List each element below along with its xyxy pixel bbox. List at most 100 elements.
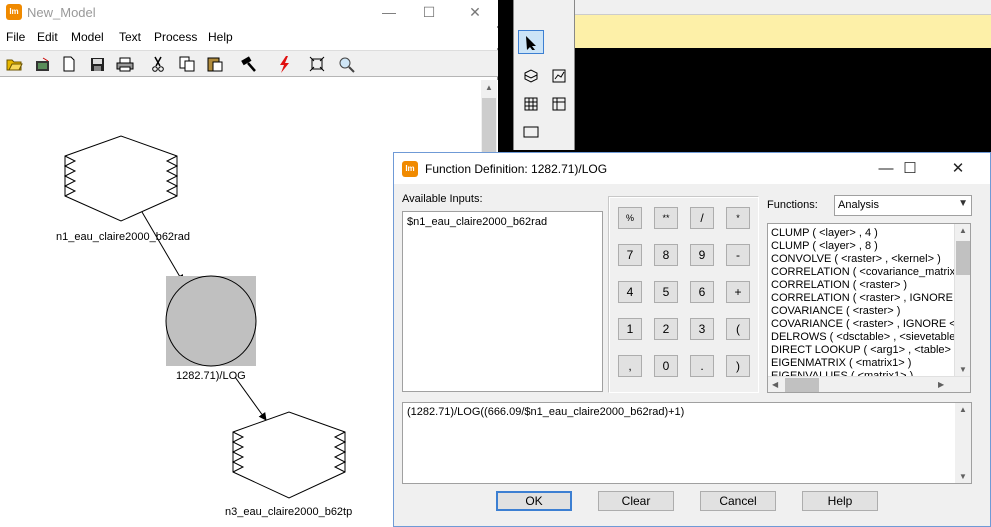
- menu-help[interactable]: Help: [208, 30, 233, 44]
- expression-editor[interactable]: (1282.71)/LOG((666.09/$n1_eau_claire2000…: [402, 402, 972, 484]
- clear-button[interactable]: Clear: [598, 491, 674, 511]
- dialog-titlebar[interactable]: Im Function Definition: 1282.71)/LOG — ☐…: [394, 153, 990, 184]
- available-inputs-list[interactable]: $n1_eau_claire2000_b62rad: [402, 211, 603, 392]
- functions-horizontal-scrollbar[interactable]: ◀ ▶: [768, 376, 970, 392]
- key-percent[interactable]: %: [618, 207, 642, 229]
- functions-category-value: Analysis: [838, 199, 879, 211]
- zoom-icon[interactable]: [335, 54, 357, 74]
- vector-icon[interactable]: [546, 64, 572, 88]
- background-window-bar: [575, 15, 991, 48]
- list-item[interactable]: CLUMP ( <layer> , 4 ): [771, 227, 878, 240]
- key-power[interactable]: **: [654, 207, 678, 229]
- key-plus[interactable]: +: [726, 281, 750, 303]
- key-3[interactable]: 3: [690, 318, 714, 340]
- scroll-up-icon[interactable]: ▲: [959, 226, 967, 235]
- key-7[interactable]: 7: [618, 244, 642, 266]
- select-arrow-icon[interactable]: [518, 30, 544, 54]
- open-folder-icon[interactable]: [3, 54, 25, 74]
- scroll-thumb[interactable]: [956, 241, 970, 275]
- key-2[interactable]: 2: [654, 318, 678, 340]
- scroll-up-icon[interactable]: ▲: [959, 405, 967, 414]
- list-item[interactable]: $n1_eau_claire2000_b62rad: [407, 216, 547, 228]
- key-open-paren[interactable]: (: [726, 318, 750, 340]
- function-node[interactable]: [165, 275, 257, 367]
- model-title: New_Model: [27, 5, 96, 20]
- input-raster-node[interactable]: [63, 135, 179, 222]
- dialog-close-button[interactable]: ✕: [935, 155, 981, 183]
- hammer-icon[interactable]: [238, 54, 260, 74]
- calculator-keypad: % ** / * 7 8 9 - 4 5 6 + 1 2 3 ( , 0 . ): [608, 196, 759, 393]
- key-comma[interactable]: ,: [618, 355, 642, 377]
- expression-vertical-scrollbar[interactable]: ▲ ▼: [955, 403, 971, 483]
- scroll-down-icon[interactable]: ▼: [959, 472, 967, 481]
- function-definition-dialog: Im Function Definition: 1282.71)/LOG — ☐…: [393, 152, 991, 527]
- key-1[interactable]: 1: [618, 318, 642, 340]
- key-decimal[interactable]: .: [690, 355, 714, 377]
- key-close-paren[interactable]: ): [726, 355, 750, 377]
- scroll-thumb[interactable]: [785, 378, 819, 392]
- key-minus[interactable]: -: [726, 244, 750, 266]
- maximize-button[interactable]: ☐: [406, 0, 452, 26]
- matrix-icon[interactable]: [518, 92, 544, 116]
- function-label: 1282.71)/LOG: [176, 370, 246, 382]
- list-item[interactable]: CORRELATION ( <covariance_matrix>: [771, 266, 962, 279]
- scroll-right-icon[interactable]: ▶: [938, 380, 944, 389]
- list-item[interactable]: COVARIANCE ( <raster> ): [771, 305, 900, 318]
- toolbar: [0, 50, 498, 77]
- list-item[interactable]: DELROWS ( <dsctable> , <sievetable>: [771, 331, 962, 344]
- fit-icon[interactable]: [306, 54, 328, 74]
- key-6[interactable]: 6: [690, 281, 714, 303]
- menu-text[interactable]: Text: [119, 30, 141, 44]
- copy-icon[interactable]: [176, 54, 198, 74]
- model-titlebar[interactable]: Im New_Model — ☐ ✕: [0, 0, 498, 26]
- open-model-icon[interactable]: [31, 54, 53, 74]
- key-0[interactable]: 0: [654, 355, 678, 377]
- cut-icon[interactable]: [147, 54, 169, 74]
- input-raster-label: n1_eau_claire2000_b62rad: [56, 231, 190, 243]
- key-multiply[interactable]: *: [726, 207, 750, 229]
- ok-button[interactable]: OK: [496, 491, 572, 511]
- new-file-icon[interactable]: [58, 54, 80, 74]
- scroll-down-icon[interactable]: ▼: [959, 365, 967, 374]
- functions-label: Functions:: [767, 199, 818, 211]
- background-window-top: [575, 0, 991, 15]
- paste-icon[interactable]: [204, 54, 226, 74]
- list-item[interactable]: CONVOLVE ( <raster> , <kernel> ): [771, 253, 941, 266]
- close-button[interactable]: ✕: [452, 0, 498, 26]
- menu-file[interactable]: File: [6, 30, 25, 44]
- scroll-left-icon[interactable]: ◀: [772, 380, 778, 389]
- raster-icon[interactable]: [518, 64, 544, 88]
- list-item[interactable]: CORRELATION ( <raster> ): [771, 279, 907, 292]
- table-icon[interactable]: [546, 92, 572, 116]
- menu-process[interactable]: Process: [154, 30, 197, 44]
- tool-palette: [513, 0, 575, 150]
- dialog-title: Function Definition: 1282.71)/LOG: [425, 162, 608, 176]
- app-icon: Im: [6, 4, 22, 20]
- key-5[interactable]: 5: [654, 281, 678, 303]
- functions-vertical-scrollbar[interactable]: ▲ ▼: [954, 224, 970, 376]
- output-raster-label: n3_eau_claire2000_b62tp: [225, 506, 353, 518]
- key-9[interactable]: 9: [690, 244, 714, 266]
- key-divide[interactable]: /: [690, 207, 714, 229]
- list-item[interactable]: EIGENMATRIX ( <matrix1> ): [771, 357, 911, 370]
- help-button[interactable]: Help: [802, 491, 878, 511]
- list-item[interactable]: CLUMP ( <layer> , 8 ): [771, 240, 878, 253]
- dialog-maximize-button[interactable]: ☐: [887, 155, 933, 183]
- functions-category-select[interactable]: Analysis ▼: [834, 195, 972, 216]
- save-icon[interactable]: [86, 54, 108, 74]
- text-box-icon[interactable]: [518, 120, 544, 144]
- list-item[interactable]: CORRELATION ( <raster> , IGNORE <: [771, 292, 962, 305]
- list-item[interactable]: DIRECT LOOKUP ( <arg1> , <table> ): [771, 344, 958, 357]
- menu-model[interactable]: Model: [71, 30, 104, 44]
- scroll-up-icon[interactable]: ▲: [481, 80, 497, 96]
- list-item[interactable]: COVARIANCE ( <raster> , IGNORE <v: [771, 318, 961, 331]
- menu-edit[interactable]: Edit: [37, 30, 58, 44]
- print-icon[interactable]: [114, 54, 136, 74]
- output-raster-node[interactable]: [231, 411, 347, 499]
- lightning-icon[interactable]: [273, 54, 295, 74]
- cancel-button[interactable]: Cancel: [700, 491, 776, 511]
- key-8[interactable]: 8: [654, 244, 678, 266]
- key-4[interactable]: 4: [618, 281, 642, 303]
- functions-list[interactable]: CLUMP ( <layer> , 4 ) CLUMP ( <layer> , …: [767, 223, 971, 393]
- available-inputs-label: Available Inputs:: [402, 193, 483, 205]
